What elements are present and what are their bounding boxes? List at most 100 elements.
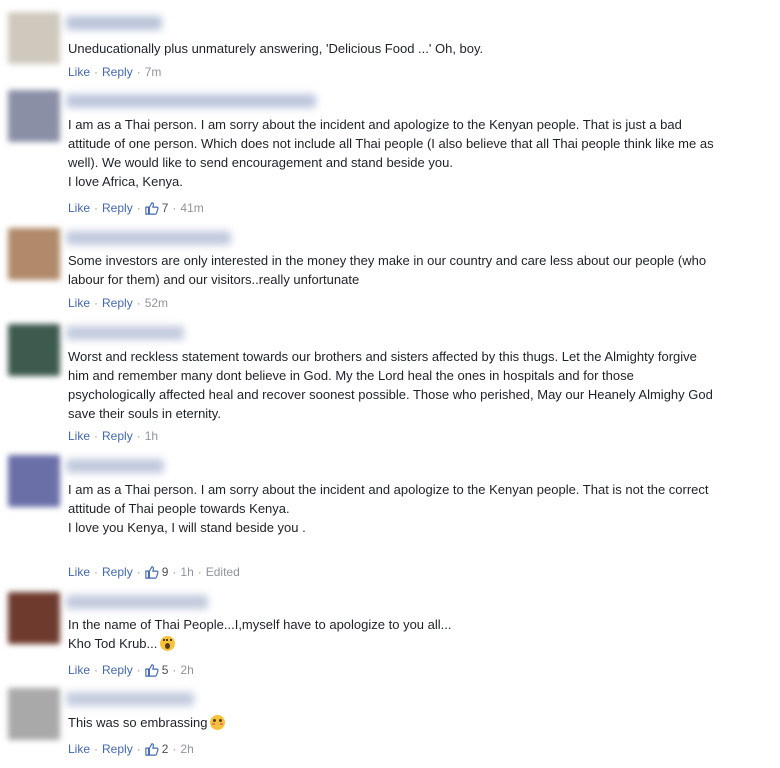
commenter-name-blurred[interactable]	[66, 94, 316, 108]
like-link[interactable]: Like	[68, 742, 90, 756]
avatar[interactable]	[8, 688, 60, 740]
comment-line: Some investors are only interested in th…	[68, 253, 707, 268]
like-count-value: 9	[161, 565, 169, 579]
edited-label[interactable]: Edited	[206, 565, 240, 579]
commenter-name-blurred[interactable]	[66, 459, 164, 473]
timestamp[interactable]: 41m	[180, 201, 203, 215]
comment-line: Kho Tod Krub...	[68, 634, 768, 653]
thumbs-up-icon	[145, 202, 159, 215]
comment-text: I am as a Thai person. I am sorry about …	[68, 480, 768, 537]
like-count-value: 2	[161, 742, 169, 756]
comment-line-text: Kho Tod Krub...	[68, 636, 158, 651]
timestamp[interactable]: 52m	[145, 296, 168, 310]
comment-line: This was so embrassing	[68, 713, 768, 732]
commenter-name-blurred[interactable]	[66, 326, 184, 340]
avatar[interactable]	[8, 324, 60, 376]
separator: ·	[136, 201, 141, 215]
like-link[interactable]: Like	[68, 429, 90, 443]
avatar[interactable]	[8, 592, 60, 644]
comment-actions: Like · Reply · 7 · 41m	[68, 201, 204, 215]
thumbs-up-icon	[145, 743, 159, 756]
separator: ·	[94, 742, 99, 756]
like-count[interactable]: 2	[145, 742, 169, 756]
like-count-value: 7	[161, 201, 169, 215]
reply-link[interactable]: Reply	[102, 201, 133, 215]
comment-line: Worst and reckless statement towards our…	[68, 349, 697, 364]
comment-line: well). We would like to send encourageme…	[68, 155, 453, 170]
separator: ·	[136, 429, 141, 443]
separator: ·	[94, 429, 99, 443]
avatar[interactable]	[8, 12, 60, 64]
comment-text: Uneducationally plus unmaturely answerin…	[68, 39, 768, 58]
reply-link[interactable]: Reply	[102, 742, 133, 756]
comment-line: I am as a Thai person. I am sorry about …	[68, 117, 682, 132]
comment-line: attitude of Thai people towards Kenya.	[68, 501, 290, 516]
reply-link[interactable]: Reply	[102, 663, 133, 677]
separator: ·	[197, 565, 202, 579]
comment-line: Uneducationally plus unmaturely answerin…	[68, 41, 484, 56]
separator: ·	[94, 201, 99, 215]
reply-link[interactable]: Reply	[102, 65, 133, 79]
comment-text: I am as a Thai person. I am sorry about …	[68, 115, 768, 191]
separator: ·	[172, 663, 177, 677]
commenter-name-blurred[interactable]	[66, 692, 194, 706]
timestamp[interactable]: 1h	[180, 565, 193, 579]
commenter-name-blurred[interactable]	[66, 231, 231, 245]
comment-line: I am as a Thai person. I am sorry about …	[68, 482, 709, 497]
comment-text: Worst and reckless statement towards our…	[68, 347, 768, 423]
reply-link[interactable]: Reply	[102, 429, 133, 443]
separator: ·	[94, 565, 99, 579]
reply-link[interactable]: Reply	[102, 296, 133, 310]
like-link[interactable]: Like	[68, 65, 90, 79]
reply-link[interactable]: Reply	[102, 565, 133, 579]
comment-line-text: This was so embrassing	[68, 715, 208, 730]
comment-line: psychologically affected heal and recove…	[68, 387, 713, 402]
comment-text: This was so embrassing	[68, 713, 768, 732]
comment-line: save their souls in eternity.	[68, 406, 221, 421]
commenter-name-blurred[interactable]	[66, 595, 208, 609]
commenter-name-blurred[interactable]	[66, 16, 162, 30]
like-link[interactable]: Like	[68, 296, 90, 310]
comment-line: him and remember many dont believe in Go…	[68, 368, 634, 383]
comment-line: I love Africa, Kenya.	[68, 174, 183, 189]
avatar[interactable]	[8, 228, 60, 280]
separator: ·	[136, 296, 141, 310]
comment-actions: Like · Reply · 52m	[68, 296, 168, 310]
separator: ·	[172, 565, 177, 579]
timestamp[interactable]: 7m	[145, 65, 162, 79]
comment-text: Some investors are only interested in th…	[68, 251, 768, 289]
comment-actions: Like · Reply · 9 · 1h · Edited	[68, 565, 240, 579]
like-count-value: 5	[161, 663, 169, 677]
separator: ·	[94, 65, 99, 79]
comment-actions: Like · Reply · 2 · 2h	[68, 742, 194, 756]
separator: ·	[136, 565, 141, 579]
comment-line: labour for them) and our visitors..reall…	[68, 272, 360, 287]
like-link[interactable]: Like	[68, 201, 90, 215]
thumbs-up-icon	[145, 566, 159, 579]
comment-line: attitude of one person. Which does not i…	[68, 136, 714, 151]
timestamp[interactable]: 2h	[180, 742, 193, 756]
avatar[interactable]	[8, 90, 60, 142]
separator: ·	[136, 65, 141, 79]
timestamp[interactable]: 1h	[145, 429, 158, 443]
comment-line: In the name of Thai People...I,myself ha…	[68, 617, 452, 632]
separator: ·	[172, 742, 177, 756]
comment-text: In the name of Thai People...I,myself ha…	[68, 615, 768, 653]
separator: ·	[94, 663, 99, 677]
flushed-face-emoji	[210, 715, 226, 730]
like-link[interactable]: Like	[68, 663, 90, 677]
timestamp[interactable]: 2h	[180, 663, 193, 677]
avatar[interactable]	[8, 455, 60, 507]
separator: ·	[94, 296, 99, 310]
comment-actions: Like · Reply · 7m	[68, 65, 161, 79]
like-count[interactable]: 7	[145, 201, 169, 215]
separator: ·	[136, 663, 141, 677]
face-screaming-emoji	[160, 636, 176, 651]
like-count[interactable]: 5	[145, 663, 169, 677]
thumbs-up-icon	[145, 664, 159, 677]
like-count[interactable]: 9	[145, 565, 169, 579]
separator: ·	[136, 742, 141, 756]
comment-actions: Like · Reply · 5 · 2h	[68, 663, 194, 677]
like-link[interactable]: Like	[68, 565, 90, 579]
comment-line: I love you Kenya, I will stand beside yo…	[68, 520, 306, 535]
